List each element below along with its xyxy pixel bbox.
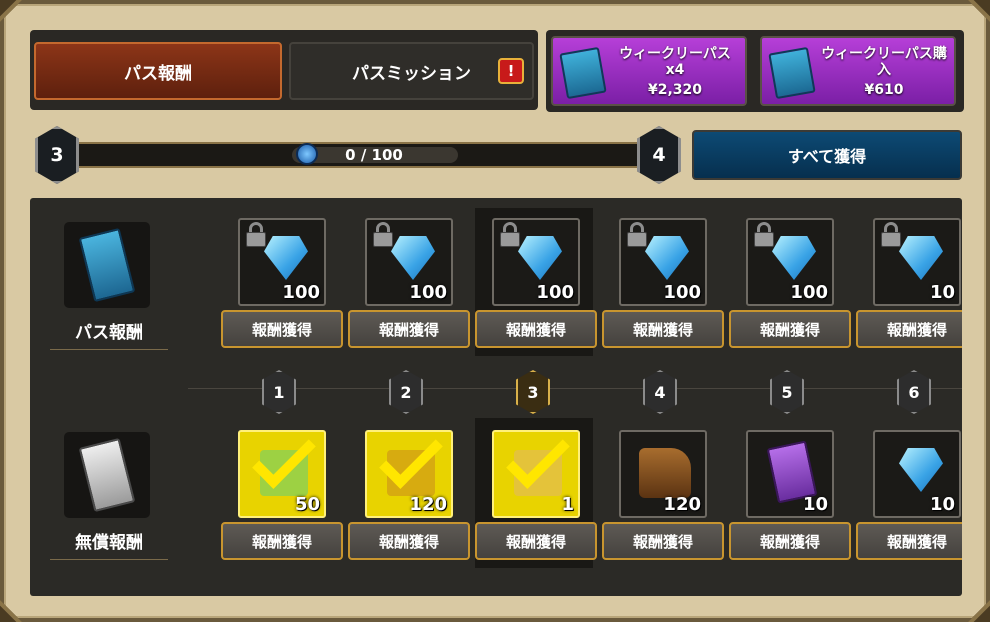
lock-icon (879, 222, 903, 248)
pass-claim-button[interactable]: 報酬獲得 (856, 310, 962, 348)
reward-quantity: 100 (663, 282, 701, 303)
reward-quantity: 50 (294, 494, 320, 515)
tab-pass-missions[interactable]: パスミッション ! (289, 42, 534, 100)
free-reward-slot[interactable]: 1 (492, 425, 580, 518)
row-divider (188, 388, 962, 389)
reward-quantity: 100 (282, 282, 320, 303)
free-claim-button[interactable]: 報酬獲得 (348, 522, 470, 560)
pass-claim-button[interactable]: 報酬獲得 (221, 310, 343, 348)
lock-icon (244, 222, 268, 248)
free-ticket-icon (64, 432, 150, 518)
free-claim-button[interactable]: 報酬獲得 (856, 522, 962, 560)
lock-icon (752, 222, 776, 248)
pass-ticket-icon (768, 46, 816, 100)
claim-all-button[interactable]: すべて獲得 (692, 130, 962, 180)
lock-icon (498, 222, 522, 248)
diamond-icon (899, 236, 943, 280)
pass-claim-button[interactable]: 報酬獲得 (729, 310, 851, 348)
diamond-icon (645, 236, 689, 280)
diamond-icon (391, 236, 435, 280)
reward-quantity: 100 (409, 282, 447, 303)
reward-quantity: 120 (663, 494, 701, 515)
free-claim-button[interactable]: 報酬獲得 (602, 522, 724, 560)
purchase-zone: ウィークリーパス x4 ¥2,320 ウィークリーパス購入 ¥610 (546, 30, 964, 112)
level-number-badge: 3 (516, 370, 550, 414)
purchase-title: ウィークリーパス x4 (619, 46, 731, 78)
free-claim-button[interactable]: 報酬獲得 (221, 522, 343, 560)
pass-reward-slot[interactable]: 100 (365, 218, 453, 306)
lock-icon (371, 222, 395, 248)
free-reward-slot[interactable]: 10 (746, 430, 834, 518)
reward-quantity: 100 (536, 282, 574, 303)
pass-reward-slot[interactable]: 100 (746, 218, 834, 306)
reward-quantity: 120 (409, 494, 447, 515)
free-reward-slot[interactable]: 10 (873, 430, 961, 518)
diamond-icon (899, 448, 943, 492)
progress-text: 0 / 100 (345, 146, 403, 164)
pass-claim-button[interactable]: 報酬獲得 (602, 310, 724, 348)
boot-icon (639, 448, 691, 498)
free-claim-button[interactable]: 報酬獲得 (729, 522, 851, 560)
level-number-badge: 5 (770, 370, 804, 414)
buy-weekly-pass-x4-button[interactable]: ウィークリーパス x4 ¥2,320 (551, 36, 747, 106)
purchase-price: ¥2,320 (647, 82, 703, 98)
lock-icon (625, 222, 649, 248)
free-claim-button[interactable]: 報酬獲得 (475, 522, 597, 560)
tab-pass-rewards[interactable]: パス報酬 (34, 42, 282, 100)
tab-pass-missions-label: パスミッション (352, 63, 471, 84)
reward-quantity: 1 (561, 494, 574, 515)
pass-reward-slot[interactable]: 100 (238, 218, 326, 306)
rewards-panel: パス報酬 無償報酬 1 100 報酬獲得 50 報酬獲得 2 100 報酬獲得 120 報酬獲得 3… (30, 198, 962, 596)
diamond-icon (264, 236, 308, 280)
purchase-title: ウィークリーパス購入 (821, 46, 947, 78)
pass-claim-button[interactable]: 報酬獲得 (348, 310, 470, 348)
free-reward-slot[interactable]: 120 (365, 425, 453, 518)
alert-icon: ! (498, 58, 524, 84)
diamond-icon (518, 236, 562, 280)
buy-weekly-pass-button[interactable]: ウィークリーパス購入 ¥610 (760, 36, 956, 106)
pass-ticket-icon (64, 222, 150, 308)
pass-reward-slot[interactable]: 100 (492, 218, 580, 306)
reward-quantity: 10 (929, 494, 955, 515)
free-reward-slot[interactable]: 120 (619, 430, 707, 518)
reward-quantity: 10 (929, 282, 955, 303)
free-rewards-label: 無償報酬 (50, 528, 168, 560)
level-number-badge: 2 (389, 370, 423, 414)
pass-claim-button[interactable]: 報酬獲得 (475, 310, 597, 348)
pass-ticket-icon (559, 46, 607, 100)
level-number-badge: 6 (897, 370, 931, 414)
pass-reward-slot[interactable]: 10 (873, 218, 961, 306)
purchase-price: ¥610 (864, 82, 904, 98)
pass-rewards-label: パス報酬 (50, 318, 168, 350)
free-reward-slot[interactable]: 50 (238, 425, 326, 518)
diamond-icon (772, 236, 816, 280)
tab-bar: パス報酬 パスミッション ! (30, 30, 538, 110)
level-number-badge: 4 (643, 370, 677, 414)
reward-quantity: 100 (790, 282, 828, 303)
pass-reward-slot[interactable]: 100 (619, 218, 707, 306)
level-number-badge: 1 (262, 370, 296, 414)
reward-quantity: 10 (802, 494, 828, 515)
